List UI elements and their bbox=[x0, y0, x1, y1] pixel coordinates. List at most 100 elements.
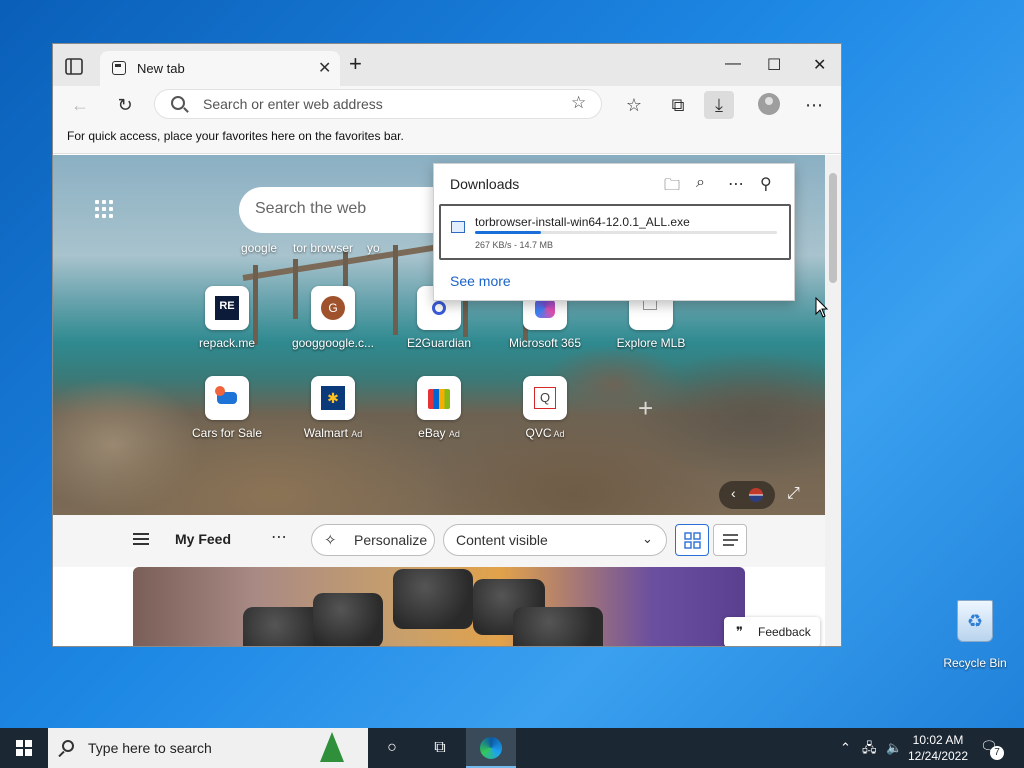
personalize-button[interactable]: ✧ Personalize bbox=[311, 524, 435, 556]
task-view-icon[interactable]: ⧉ bbox=[416, 728, 464, 768]
list-view-button[interactable] bbox=[713, 524, 747, 556]
letter-g-icon: G bbox=[311, 286, 355, 330]
minimize-button[interactable]: — bbox=[725, 55, 741, 73]
taskbar-edge-button[interactable] bbox=[466, 728, 516, 768]
more-options-icon[interactable]: ⋯ bbox=[728, 174, 744, 194]
download-file-name: torbrowser-install-win64-12.0.1_ALL.exe bbox=[475, 215, 690, 229]
cortana-icon[interactable]: ○ bbox=[368, 728, 416, 768]
feed-bar: My Feed ⋯ ✧ Personalize Content visible … bbox=[53, 515, 825, 567]
quick-link[interactable]: yo bbox=[367, 241, 380, 255]
show-hidden-icons-icon[interactable]: ⌃ bbox=[840, 728, 851, 768]
tile-label: eBay Ad bbox=[418, 426, 460, 440]
chevron-down-icon: ⌄ bbox=[642, 531, 653, 546]
holiday-tree-icon bbox=[320, 732, 344, 762]
settings-more-icon[interactable]: ⋯ bbox=[803, 94, 825, 116]
clock-time: 10:02 AM bbox=[912, 733, 964, 747]
edge-icon bbox=[480, 737, 502, 759]
feedback-icon: ❞ bbox=[736, 624, 743, 639]
quick-link[interactable]: tor browser bbox=[293, 241, 353, 255]
windows-logo-icon bbox=[16, 740, 32, 756]
download-icon: ⤓ bbox=[715, 95, 723, 115]
search-icon bbox=[171, 96, 185, 110]
taskbar: Type here to search ○ ⧉ ⌃ 🖧 🔈 10:02 AM 1… bbox=[0, 728, 1024, 768]
open-folder-icon[interactable]: 🗀 bbox=[664, 174, 680, 201]
tile-qvc[interactable]: Q QVC Ad bbox=[495, 376, 595, 440]
add-site-icon[interactable]: + bbox=[638, 393, 653, 424]
background-nav[interactable]: ‹ bbox=[719, 481, 775, 509]
search-downloads-icon[interactable]: ⌕ bbox=[696, 174, 705, 192]
feed-card-image[interactable] bbox=[133, 567, 745, 646]
qvc-icon: Q bbox=[523, 376, 567, 420]
clock-date: 12/24/2022 bbox=[907, 749, 969, 763]
see-more-link[interactable]: See more bbox=[450, 273, 511, 289]
notification-count-badge: 7 bbox=[990, 746, 1004, 760]
new-tab-button[interactable]: + bbox=[349, 53, 362, 75]
grid-icon bbox=[684, 532, 701, 549]
refresh-icon[interactable]: ↻ bbox=[114, 94, 136, 116]
tile-cars-for-sale[interactable]: Cars for Sale bbox=[177, 376, 277, 440]
taskbar-search-box[interactable]: Type here to search bbox=[48, 728, 368, 768]
quick-link[interactable]: google bbox=[241, 241, 277, 255]
apps-launcher-icon[interactable] bbox=[95, 200, 117, 222]
tile-ebay[interactable]: eBay Ad bbox=[389, 376, 489, 440]
pin-icon[interactable]: ⚲ bbox=[760, 174, 772, 194]
tile-label: QVC Ad bbox=[525, 426, 565, 440]
car-icon bbox=[205, 376, 249, 420]
scrollbar-thumb[interactable] bbox=[829, 173, 837, 283]
tile-repack[interactable]: RE repack.me bbox=[177, 286, 277, 350]
personalize-icon: ✧ bbox=[324, 532, 337, 549]
title-bar: New tab ✕ + — ☐ ✕ bbox=[53, 44, 841, 86]
tab-actions-icon[interactable] bbox=[65, 58, 85, 76]
network-icon[interactable]: 🖧 bbox=[862, 728, 877, 768]
maximize-button[interactable]: ☐ bbox=[767, 55, 781, 75]
feed-menu-icon[interactable] bbox=[133, 533, 149, 545]
shopping-bag-icon bbox=[417, 376, 461, 420]
clock[interactable]: 10:02 AM 12/24/2022 bbox=[906, 732, 970, 764]
recycle-bin-shortcut[interactable]: Recycle Bin bbox=[936, 600, 1014, 670]
feedback-button[interactable]: ❞ Feedback bbox=[724, 617, 820, 646]
chevron-left-icon[interactable]: ‹ bbox=[731, 485, 736, 501]
close-window-button[interactable]: ✕ bbox=[813, 55, 826, 75]
favorites-icon[interactable]: ☆ bbox=[623, 94, 645, 116]
web-search-placeholder: Search the web bbox=[255, 200, 367, 217]
downloads-button[interactable]: ⤓ bbox=[704, 91, 734, 119]
address-bar[interactable]: Search or enter web address ☆ bbox=[154, 89, 602, 119]
tile-googgoogle[interactable]: G googgoogle.c... bbox=[283, 286, 383, 350]
recycle-bin-icon bbox=[957, 600, 993, 642]
mouse-cursor-icon bbox=[815, 297, 829, 318]
tile-label: googgoogle.c... bbox=[291, 336, 375, 350]
start-button[interactable] bbox=[0, 728, 48, 768]
flag-icon bbox=[749, 488, 763, 502]
walmart-icon: ✱ bbox=[311, 376, 355, 420]
download-item[interactable]: torbrowser-install-win64-12.0.1_ALL.exe … bbox=[439, 204, 791, 260]
tab-title: New tab bbox=[137, 61, 185, 76]
repack-icon: RE bbox=[205, 286, 249, 330]
tile-label: Microsoft 365 bbox=[508, 336, 582, 350]
profile-avatar[interactable] bbox=[758, 93, 780, 115]
tile-walmart[interactable]: ✱ Walmart Ad bbox=[283, 376, 383, 440]
volume-muted-icon[interactable]: 🔈 bbox=[886, 728, 902, 768]
page-scrollbar[interactable] bbox=[825, 155, 841, 646]
grid-view-button[interactable] bbox=[675, 524, 709, 556]
downloads-flyout: Downloads 🗀 ⌕ ⋯ ⚲ torbrowser-install-win… bbox=[433, 163, 795, 301]
browser-window: New tab ✕ + — ☐ ✕ ← ↻ Search or enter we… bbox=[52, 43, 842, 647]
new-tab-icon bbox=[112, 61, 126, 75]
recycle-bin-label: Recycle Bin bbox=[943, 656, 1007, 670]
favorites-bar-message: For quick access, place your favorites h… bbox=[67, 129, 404, 143]
feed-more-button[interactable]: ⋯ bbox=[271, 527, 287, 547]
collections-icon[interactable]: ⧉ bbox=[667, 94, 689, 116]
tab-new-tab[interactable]: New tab ✕ bbox=[100, 51, 340, 86]
expand-icon[interactable]: ⤢ bbox=[787, 485, 800, 503]
file-icon bbox=[451, 221, 465, 233]
back-icon[interactable]: ← bbox=[69, 94, 91, 116]
content-visible-dropdown[interactable]: Content visible ⌄ bbox=[443, 524, 667, 556]
add-favorite-icon[interactable]: ☆ bbox=[571, 93, 586, 113]
tab-close-button[interactable]: ✕ bbox=[318, 58, 331, 78]
action-center-button[interactable]: 🗨 7 bbox=[980, 738, 1004, 760]
search-icon bbox=[62, 740, 74, 752]
favorites-bar: For quick access, place your favorites h… bbox=[53, 124, 841, 154]
tile-label: Explore MLB bbox=[616, 336, 686, 350]
my-feed-label[interactable]: My Feed bbox=[175, 531, 231, 547]
web-search-box[interactable]: Search the web bbox=[239, 187, 439, 233]
toolbar: ← ↻ Search or enter web address ☆ ☆ ⧉ ⤓ … bbox=[53, 86, 841, 124]
